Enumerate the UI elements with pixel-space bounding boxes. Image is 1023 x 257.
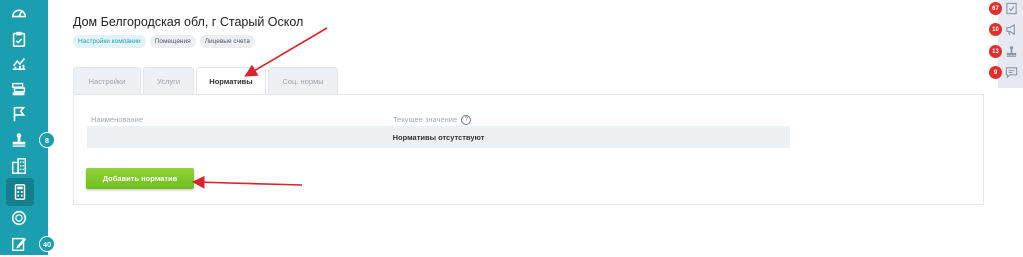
layers-icon[interactable] xyxy=(6,76,32,102)
column-header-name: Наименование xyxy=(91,115,143,124)
tab-settings[interactable]: Настройки xyxy=(73,67,141,94)
chip-personal-accounts[interactable]: Лицевые счета xyxy=(199,35,255,48)
requests-notification[interactable]: 13 xyxy=(989,43,1023,61)
right-notification-panel: 67 10 13 9 xyxy=(989,0,1023,88)
calculator-icon[interactable] xyxy=(6,178,34,206)
announcements-notification[interactable]: 10 xyxy=(989,21,1023,39)
column-header-current-value-label: Текущее значение xyxy=(393,115,458,124)
stamp-icon[interactable] xyxy=(6,127,32,153)
column-header-current-value: Текущее значение ? xyxy=(393,115,472,126)
building-icon[interactable] xyxy=(6,153,32,179)
coin-icon[interactable] xyxy=(6,205,32,231)
norms-panel: Наименование Текущее значение ? Норматив… xyxy=(73,94,984,205)
chip-premises[interactable]: Помещения xyxy=(149,35,196,48)
breadcrumb-chips: Настройки компании Помещения Лицевые сче… xyxy=(73,35,255,48)
documents-count-badge: 67 xyxy=(989,2,1002,15)
megaphone-icon xyxy=(1006,23,1015,36)
document-icon xyxy=(1006,2,1017,15)
page-title: Дом Белгородская обл, г Старый Оскол xyxy=(73,15,304,29)
messages-count-badge: 9 xyxy=(989,66,1002,79)
tab-norms[interactable]: Нормативы xyxy=(196,67,266,95)
flag-icon[interactable] xyxy=(6,101,32,127)
tab-bar: Настройки Услуги Нормативы Соц. нормы xyxy=(73,67,340,95)
help-icon[interactable]: ? xyxy=(461,115,472,126)
chip-company-settings[interactable]: Настройки компании xyxy=(73,35,146,48)
edit-count-badge: 40 xyxy=(39,236,55,252)
sidebar: 8 40 xyxy=(0,0,55,257)
messages-notification[interactable]: 9 xyxy=(989,64,1023,82)
requests-count-badge: 13 xyxy=(989,45,1002,58)
add-norm-button[interactable]: Добавить норматив xyxy=(86,168,194,189)
edit-icon[interactable] xyxy=(6,231,32,257)
stamp-count-badge: 8 xyxy=(39,132,55,148)
tab-services[interactable]: Услуги xyxy=(143,67,194,94)
announcements-count-badge: 10 xyxy=(989,23,1002,36)
documents-notification[interactable]: 67 xyxy=(989,0,1023,18)
tab-social-norms[interactable]: Соц. нормы xyxy=(268,67,338,94)
chart-icon[interactable] xyxy=(6,50,32,76)
gauge-icon[interactable] xyxy=(6,0,32,26)
clipboard-icon[interactable] xyxy=(6,26,32,52)
empty-state-message: Нормативы отсутствуют xyxy=(392,132,485,142)
stamp-icon xyxy=(1006,46,1017,57)
empty-state-row: Нормативы отсутствуют xyxy=(87,126,790,148)
chat-icon xyxy=(1005,67,1018,79)
